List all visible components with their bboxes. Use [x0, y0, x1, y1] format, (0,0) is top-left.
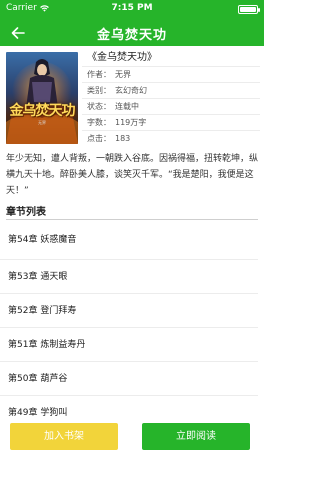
nav-bar: 金乌焚天功: [0, 20, 264, 46]
book-info: 金乌焚天功 无界 《金乌焚天功》 作者： 无界 类别： 玄幻奇幻 状态： 连载中…: [0, 46, 264, 146]
book-cover[interactable]: 金乌焚天功 无界: [6, 52, 78, 144]
meta-label: 状态：: [87, 102, 111, 111]
meta-author: 作者： 无界: [82, 66, 260, 82]
meta-value: 连载中: [115, 102, 139, 111]
meta-label: 点击：: [87, 134, 111, 143]
book-description: 年少无知，遭人背叛，一朝跌入谷底。因祸得福，扭转乾坤，纵横九天十地。醉卧美人膝，…: [6, 154, 259, 196]
meta-wordcount: 字数： 119万字: [82, 114, 260, 130]
meta-value: 玄幻奇幻: [115, 86, 147, 95]
meta-label: 字数：: [87, 118, 111, 127]
meta-value: 119万字: [115, 118, 147, 127]
arrow-left-icon: [11, 27, 25, 39]
page-title: 金乌焚天功: [96, 27, 167, 43]
meta-clicks: 点击： 183: [82, 130, 260, 146]
cover-title: 金乌焚天功: [9, 103, 76, 119]
battery-icon: [238, 5, 260, 14]
chapter-list-header: 章节列表: [6, 207, 46, 218]
meta-label: 作者：: [87, 70, 111, 79]
cover-author: 无界: [38, 120, 46, 125]
meta-status: 状态： 连载中: [82, 98, 260, 114]
chapter-item[interactable]: 第50章 葫芦谷: [0, 362, 258, 396]
chapter-item[interactable]: 第52章 登门拜寿: [0, 294, 258, 328]
chapter-item[interactable]: 第51章 炼制益寿丹: [0, 328, 258, 362]
status-time: 7:15 PM: [111, 3, 153, 13]
chapter-item[interactable]: 第53章 通天眼: [0, 260, 258, 294]
meta-label: 类别：: [87, 86, 111, 95]
meta-value: 183: [115, 134, 131, 143]
back-button[interactable]: [8, 23, 28, 43]
book-meta: 《金乌焚天功》 作者： 无界 类别： 玄幻奇幻 状态： 连载中 字数： 119万…: [82, 50, 260, 146]
status-bar: Carrier 7:15 PM: [0, 0, 264, 20]
meta-value: 无界: [115, 70, 131, 79]
chapter-item[interactable]: 第54章 妖惑魔音: [0, 220, 258, 260]
meta-category: 类别： 玄幻奇幻: [82, 82, 260, 98]
add-to-shelf-button[interactable]: 加入书架: [10, 423, 118, 450]
read-now-button[interactable]: 立即阅读: [142, 423, 250, 450]
chapter-list: 第54章 妖惑魔音 第53章 通天眼 第52章 登门拜寿 第51章 炼制益寿丹 …: [0, 220, 264, 430]
book-title: 《金乌焚天功》: [87, 52, 157, 63]
bottom-action-bar: 加入书架 立即阅读: [0, 421, 264, 480]
cover-art: [6, 52, 78, 144]
